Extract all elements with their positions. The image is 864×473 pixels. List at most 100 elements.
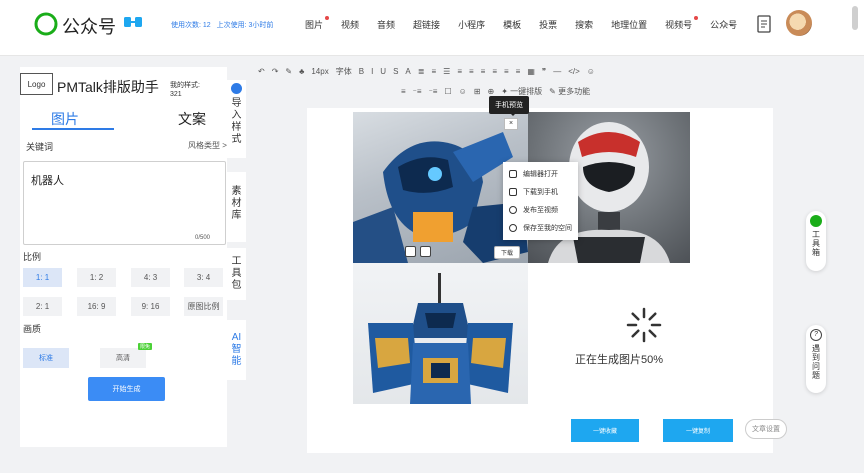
format-tool-9[interactable]: S — [393, 67, 398, 76]
quality-label: 画质 — [23, 324, 42, 334]
favorite-button[interactable]: 一键收藏 — [571, 419, 639, 442]
assistant-icon — [231, 83, 242, 94]
document-icon[interactable] — [752, 12, 776, 36]
menu-audio[interactable]: 音频 — [368, 16, 404, 33]
format-tool-12[interactable]: ≡ — [431, 67, 436, 76]
format-tool-23[interactable]: </> — [568, 67, 580, 76]
quality-hd-button[interactable]: 高清 — [100, 348, 146, 368]
crop-icon[interactable] — [420, 246, 431, 257]
format-tool-17[interactable]: ≡ — [492, 67, 497, 76]
menu-location[interactable]: 地理位置 — [602, 16, 656, 33]
menu-publish-video[interactable]: 发布至视频 — [503, 201, 578, 219]
format-tool-6[interactable]: B — [359, 67, 364, 76]
format-tool-21[interactable]: ❞ — [542, 67, 546, 76]
menu-image[interactable]: 图片 — [296, 16, 332, 33]
logo-placeholder: Logo — [20, 73, 53, 95]
format-tool-5[interactable]: 字体 — [336, 66, 352, 77]
layout-tool-0[interactable]: ≡ — [401, 87, 406, 96]
floating-toolbox[interactable]: 工具箱 — [806, 211, 826, 271]
format-tool-0[interactable]: ↶ — [258, 67, 265, 76]
ratio-3-4[interactable]: 3: 4 — [184, 268, 223, 287]
ratio-16-9[interactable]: 16: 9 — [77, 297, 116, 316]
panel-title: PMTalk排版助手 — [57, 79, 159, 95]
ratio-4-3[interactable]: 4: 3 — [131, 268, 170, 287]
menu-channels[interactable]: 视频号 — [656, 16, 701, 33]
loading-spinner-icon — [626, 307, 662, 343]
format-tool-15[interactable]: ≡ — [469, 67, 474, 76]
generate-button[interactable]: 开始生成 — [88, 377, 165, 401]
menu-template[interactable]: 模板 — [494, 16, 530, 33]
robot-illustration — [353, 132, 528, 263]
layout-tool-1[interactable]: ⁻≡ — [413, 87, 422, 96]
format-tool-1[interactable]: ↷ — [272, 67, 279, 76]
ratio-original[interactable]: 原图比例 — [184, 297, 223, 316]
image-actions — [405, 246, 431, 257]
generated-image-1[interactable]: 分享 下载 ⋮ — [353, 112, 528, 263]
layout-tool-3[interactable]: ☐ — [444, 87, 451, 96]
format-tool-3[interactable]: ♣ — [299, 67, 304, 76]
ratio-2-1[interactable]: 2: 1 — [23, 297, 62, 316]
side-tab-ai[interactable]: AI智能 — [227, 320, 246, 380]
tab-copywriting[interactable]: 文案 — [178, 109, 206, 129]
close-icon[interactable]: × — [504, 118, 518, 130]
replace-icon[interactable] — [405, 246, 416, 257]
editor-toolbar: ↶ ↷ ✎ ♣ 14px 字体 B I U S A ≣ ≡ ☰ ≡ ≡ ≡ ≡ ≡ ≡ ▦ ❞ — </> ☺ ≡ ⁻≡ ⁻≡ ☐ ☺ ⊞… — [256, 64, 816, 104]
layout-tool-8[interactable]: ✎ 更多功能 — [549, 86, 590, 97]
format-tool-13[interactable]: ☰ — [443, 67, 450, 76]
layout-tool-2[interactable]: ⁻≡ — [429, 87, 438, 96]
style-type-link[interactable]: 风格类型 > — [188, 140, 227, 151]
copy-button[interactable]: 一键复制 — [663, 419, 733, 442]
side-tab-import-style[interactable]: 导入样式 — [227, 80, 246, 158]
usage-info: 使用次数: 12 上次使用: 3小时前 — [171, 20, 277, 30]
format-tool-14[interactable]: ≡ — [457, 67, 462, 76]
side-tab-material-library[interactable]: 素材库 — [227, 172, 246, 242]
toggle-icon[interactable] — [123, 14, 143, 30]
layout-tool-4[interactable]: ☺ — [459, 87, 467, 96]
format-tool-11[interactable]: ≣ — [418, 67, 425, 76]
generated-image-3[interactable] — [353, 263, 528, 404]
loading-progress-text: 正在生成图片50% — [575, 354, 664, 366]
quality-standard-button[interactable]: 标准 — [23, 348, 69, 368]
usage-count: 使用次数: 12 — [171, 22, 211, 29]
format-tool-18[interactable]: ≡ — [504, 67, 509, 76]
my-style[interactable]: 我的样式: 321 — [170, 81, 200, 99]
side-tab-toolbox[interactable]: 工具包 — [227, 248, 246, 300]
user-avatar[interactable] — [786, 10, 812, 36]
layout-tool-6[interactable]: ⊕ — [488, 87, 495, 96]
floating-help[interactable]: ? 遇到问题 — [806, 325, 826, 393]
menu-mini-program[interactable]: 小程序 — [449, 16, 494, 33]
menu-vote[interactable]: 投票 — [530, 16, 566, 33]
ratio-1-1[interactable]: 1: 1 — [23, 268, 62, 287]
ratio-1-2[interactable]: 1: 2 — [77, 268, 116, 287]
format-tool-24[interactable]: ☺ — [587, 67, 595, 76]
format-tool-19[interactable]: ≡ — [516, 67, 521, 76]
menu-open-in-editor[interactable]: 编辑器打开 — [503, 165, 578, 183]
menu-video[interactable]: 视频 — [332, 16, 368, 33]
assistant-panel: Logo PMTalk排版助手 我的样式: 321 图片 文案 关键词 风格类型… — [20, 67, 227, 447]
article-settings-button[interactable]: 文章设置 — [745, 419, 787, 439]
format-tool-4[interactable]: 14px — [311, 67, 328, 76]
format-tool-8[interactable]: U — [380, 67, 386, 76]
ratio-9-16[interactable]: 9: 16 — [131, 297, 170, 316]
format-tool-22[interactable]: — — [553, 67, 561, 76]
format-tool-2[interactable]: ✎ — [285, 67, 292, 76]
editor-canvas[interactable]: 分享 下载 ⋮ — [307, 108, 773, 453]
layout-tool-5[interactable]: ⊞ — [474, 87, 481, 96]
wechat-logo-icon — [34, 12, 58, 36]
format-tool-16[interactable]: ≡ — [481, 67, 486, 76]
menu-save-to-space[interactable]: 保存至我的空间 — [503, 219, 578, 237]
side-tabs: 导入样式 素材库 工具包 AI智能 — [227, 80, 246, 447]
toolbox-icon — [810, 215, 822, 227]
format-tool-20[interactable]: ▦ — [527, 67, 535, 76]
menu-hyperlink[interactable]: 超链接 — [404, 16, 449, 33]
menu-download-to-phone[interactable]: 下载到手机 — [503, 183, 578, 201]
tab-image[interactable]: 图片 — [51, 109, 79, 129]
ratio-label: 比例 — [23, 252, 42, 262]
format-tool-10[interactable]: A — [405, 67, 410, 76]
download-button[interactable]: 下载 — [494, 246, 521, 259]
format-tool-7[interactable]: I — [371, 67, 373, 76]
more-menu-button[interactable]: ··· — [720, 17, 735, 31]
page-scrollbar[interactable] — [852, 6, 858, 30]
prompt-input[interactable]: 机器人 — [23, 161, 226, 245]
menu-search[interactable]: 搜索 — [566, 16, 602, 33]
